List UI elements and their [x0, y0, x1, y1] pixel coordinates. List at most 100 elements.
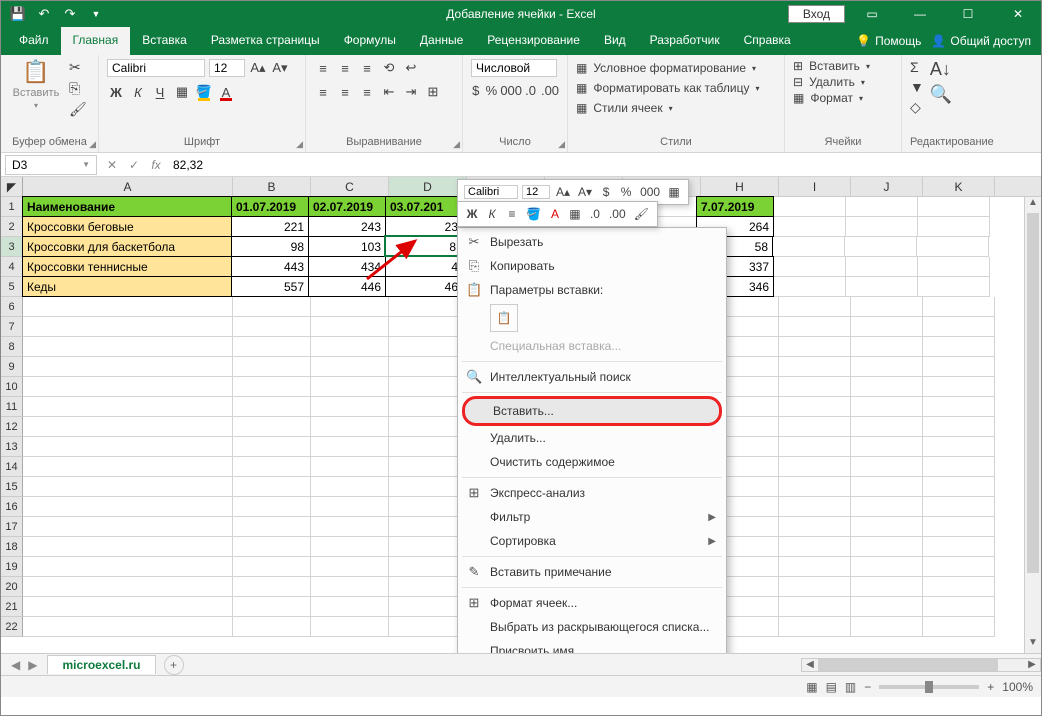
cell[interactable]: 443 — [231, 256, 309, 277]
expand-icon[interactable]: ◢ — [453, 139, 460, 150]
cell[interactable] — [233, 597, 311, 617]
cell[interactable] — [23, 477, 233, 497]
cell[interactable] — [846, 217, 918, 237]
increase-decimal-icon[interactable]: .0 — [524, 81, 537, 99]
fill-color-icon[interactable]: 🪣 — [524, 205, 543, 223]
cells-format-button[interactable]: ▦Формат▾ — [793, 91, 893, 105]
decrease-font-icon[interactable]: A▾ — [576, 183, 594, 201]
cell[interactable] — [851, 317, 923, 337]
decrease-font-icon[interactable]: A▾ — [271, 59, 289, 77]
cell[interactable] — [23, 337, 233, 357]
format-painter-icon[interactable]: 🖌 — [632, 205, 651, 223]
cell[interactable] — [779, 457, 851, 477]
cell[interactable] — [233, 457, 311, 477]
cell[interactable] — [23, 457, 233, 477]
cell[interactable] — [851, 557, 923, 577]
row-header[interactable]: 8 — [1, 337, 23, 357]
cell[interactable] — [23, 497, 233, 517]
cm-smart-lookup[interactable]: 🔍Интеллектуальный поиск — [458, 365, 726, 389]
cell[interactable] — [233, 377, 311, 397]
cell[interactable] — [23, 297, 233, 317]
expand-icon[interactable]: ◢ — [89, 139, 96, 150]
row-header[interactable]: 3 — [1, 237, 23, 257]
cell[interactable] — [389, 437, 467, 457]
cell[interactable] — [23, 317, 233, 337]
cm-quick-analysis[interactable]: ⊞Экспресс-анализ — [458, 481, 726, 505]
row-header[interactable]: 15 — [1, 477, 23, 497]
cell[interactable] — [851, 497, 923, 517]
font-color-icon[interactable]: A — [217, 83, 235, 101]
align-top-icon[interactable]: ≡ — [314, 59, 332, 77]
cell[interactable]: 23 — [385, 216, 463, 237]
cm-filter[interactable]: Фильтр▶ — [458, 505, 726, 529]
cell[interactable]: 98 — [231, 236, 309, 257]
cell[interactable] — [779, 497, 851, 517]
cell[interactable] — [779, 437, 851, 457]
cell[interactable] — [918, 197, 990, 217]
increase-font-icon[interactable]: A▴ — [554, 183, 572, 201]
scroll-up-icon[interactable]: ▲ — [1025, 197, 1041, 213]
scroll-down-icon[interactable]: ▼ — [1025, 637, 1041, 653]
tab-help[interactable]: Справка — [732, 27, 803, 55]
cell[interactable] — [779, 397, 851, 417]
cell[interactable] — [311, 517, 389, 537]
cell[interactable] — [923, 297, 995, 317]
cell[interactable] — [311, 457, 389, 477]
cm-cut[interactable]: ✂Вырезать — [458, 230, 726, 254]
fill-color-icon[interactable]: 🪣 — [195, 83, 213, 101]
cell[interactable] — [233, 537, 311, 557]
cell[interactable] — [389, 357, 467, 377]
col-header[interactable]: A — [23, 177, 233, 196]
border-icon[interactable]: ▦ — [666, 183, 682, 201]
row-header[interactable]: 21 — [1, 597, 23, 617]
cell[interactable] — [389, 537, 467, 557]
vertical-scrollbar[interactable]: ▲ ▼ — [1024, 197, 1041, 653]
cell[interactable] — [923, 417, 995, 437]
cm-define-name[interactable]: Присвоить имя... — [458, 639, 726, 653]
col-header[interactable]: I — [779, 177, 851, 196]
cell[interactable] — [311, 317, 389, 337]
row-header[interactable]: 7 — [1, 317, 23, 337]
cell[interactable] — [23, 437, 233, 457]
number-format-select[interactable] — [471, 59, 557, 77]
italic-button[interactable]: К — [129, 83, 147, 101]
cell[interactable] — [851, 417, 923, 437]
cell[interactable] — [23, 537, 233, 557]
col-header[interactable]: H — [701, 177, 779, 196]
cells-insert-button[interactable]: ⊞Вставить▾ — [793, 59, 893, 73]
cell[interactable] — [233, 497, 311, 517]
cell[interactable] — [23, 557, 233, 577]
align-icon[interactable]: ≡ — [504, 205, 520, 223]
cell[interactable] — [779, 617, 851, 637]
add-sheet-button[interactable]: + — [164, 655, 184, 675]
currency-icon[interactable]: $ — [598, 183, 614, 201]
cell[interactable] — [311, 537, 389, 557]
decrease-decimal-icon[interactable]: .00 — [607, 205, 628, 223]
autosum-icon[interactable]: Σ — [910, 59, 924, 75]
cell[interactable] — [774, 257, 846, 277]
align-middle-icon[interactable]: ≡ — [336, 59, 354, 77]
copy-icon[interactable]: ⎘ — [69, 80, 87, 97]
expand-icon[interactable]: ◢ — [558, 139, 565, 150]
cm-comment[interactable]: ✎Вставить примечание — [458, 560, 726, 584]
maximize-icon[interactable]: ☐ — [947, 1, 989, 27]
cell[interactable]: Наименование — [22, 196, 232, 217]
cell[interactable] — [233, 357, 311, 377]
cell[interactable] — [923, 597, 995, 617]
expand-icon[interactable]: ◢ — [296, 139, 303, 150]
cell[interactable] — [923, 377, 995, 397]
cm-format-cells[interactable]: ⊞Формат ячеек... — [458, 591, 726, 615]
cell[interactable] — [389, 457, 467, 477]
formula-input[interactable]: 82,32 — [167, 156, 1041, 174]
mini-font-size[interactable] — [522, 185, 550, 199]
row-header[interactable]: 4 — [1, 257, 23, 277]
cells-delete-button[interactable]: ⊟Удалить▾ — [793, 75, 893, 89]
cell[interactable] — [233, 557, 311, 577]
row-header[interactable]: 1 — [1, 197, 23, 217]
cell[interactable] — [774, 197, 846, 217]
name-box[interactable]: D3▼ — [5, 155, 97, 175]
save-icon[interactable]: 💾 — [9, 5, 27, 23]
cell[interactable]: Кеды — [22, 276, 232, 297]
cell[interactable] — [311, 477, 389, 497]
cell[interactable] — [23, 597, 233, 617]
